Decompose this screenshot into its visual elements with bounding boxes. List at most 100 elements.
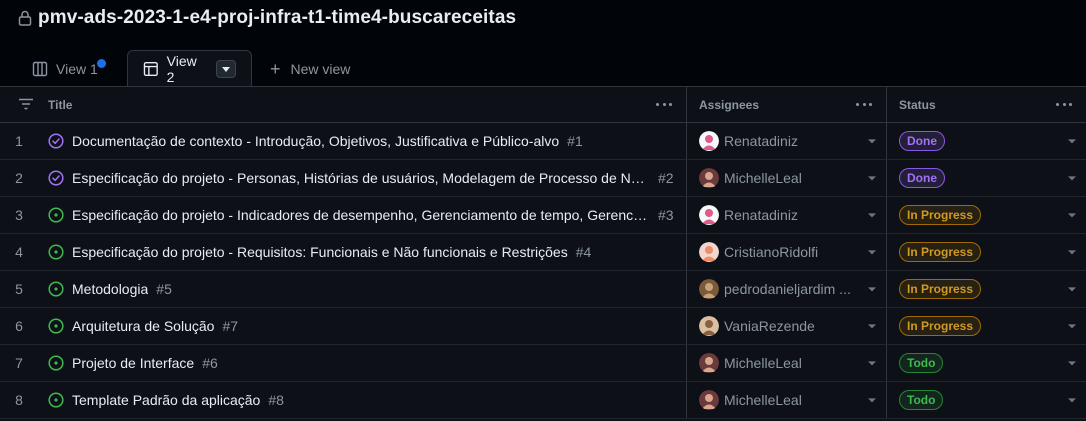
- title-cell[interactable]: 3 Especificação do projeto - Indicadores…: [0, 197, 686, 233]
- status-column-label: Status: [899, 97, 936, 112]
- table-row[interactable]: 7 Projeto de Interface #6 MichelleLeal T…: [0, 345, 1086, 382]
- tab-view-2-label: View 2: [166, 53, 197, 85]
- title-cell[interactable]: 5 Metodologia #5: [0, 271, 686, 307]
- row-number: 4: [15, 244, 23, 260]
- chevron-down-icon[interactable]: [868, 287, 876, 292]
- assignee-cell[interactable]: Renatadiniz: [686, 197, 886, 233]
- issue-title-link[interactable]: Especificação do projeto - Indicadores d…: [72, 207, 650, 223]
- avatar[interactable]: [699, 168, 719, 188]
- filter-icon[interactable]: [18, 98, 34, 110]
- issue-title-link[interactable]: Arquitetura de Solução: [72, 318, 214, 334]
- table-row[interactable]: 6 Arquitetura de Solução #7 VaniaRezende…: [0, 308, 1086, 345]
- avatar[interactable]: [699, 353, 719, 373]
- assignee-name: Renatadiniz: [724, 207, 798, 223]
- avatar[interactable]: [699, 279, 719, 299]
- project-table: Title Assignees Status 1 Documentação de…: [0, 86, 1086, 421]
- status-column-menu-icon[interactable]: [1056, 102, 1072, 107]
- row-number: 8: [15, 392, 23, 408]
- title-cell[interactable]: 4 Especificação do projeto - Requisitos:…: [0, 234, 686, 270]
- title-cell[interactable]: 6 Arquitetura de Solução #7: [0, 308, 686, 344]
- issue-title-link[interactable]: Metodologia: [72, 281, 148, 297]
- table-row[interactable]: 1 Documentação de contexto - Introdução,…: [0, 123, 1086, 160]
- status-badge: In Progress: [899, 205, 982, 225]
- chevron-down-icon[interactable]: [868, 361, 876, 366]
- assignee-cell[interactable]: MichelleLeal: [686, 382, 886, 418]
- title-cell[interactable]: 7 Projeto de Interface #6: [0, 345, 686, 381]
- triangle-down-icon: [222, 66, 231, 72]
- table-row[interactable]: 4 Especificação do projeto - Requisitos:…: [0, 234, 1086, 271]
- board-icon: [32, 61, 48, 76]
- tab-view-1[interactable]: View 1: [20, 50, 127, 87]
- chevron-down-icon[interactable]: [868, 139, 876, 144]
- issue-title-link[interactable]: Especificação do projeto - Personas, His…: [72, 170, 650, 186]
- status-cell[interactable]: Todo: [886, 345, 1086, 381]
- assignees-column-menu-icon[interactable]: [856, 102, 872, 107]
- avatar[interactable]: [699, 390, 719, 410]
- assignee-cell[interactable]: pedrodanieljardim ...: [686, 271, 886, 307]
- chevron-down-icon[interactable]: [868, 250, 876, 255]
- assignee-cell[interactable]: Renatadiniz: [686, 123, 886, 159]
- status-column-header[interactable]: Status: [886, 87, 1086, 122]
- avatar[interactable]: [699, 131, 719, 151]
- assignee-cell[interactable]: VaniaRezende: [686, 308, 886, 344]
- assignee-cell[interactable]: CristianoRidolfi: [686, 234, 886, 270]
- chevron-down-icon[interactable]: [1068, 324, 1076, 329]
- table-row[interactable]: 2 Especificação do projeto - Personas, H…: [0, 160, 1086, 197]
- chevron-down-icon[interactable]: [1068, 361, 1076, 366]
- table-row[interactable]: 3 Especificação do projeto - Indicadores…: [0, 197, 1086, 234]
- status-badge: Done: [899, 131, 945, 151]
- tab-view-2[interactable]: View 2: [127, 50, 252, 87]
- issue-title-link[interactable]: Especificação do projeto - Requisitos: F…: [72, 244, 568, 260]
- issue-title-link[interactable]: Projeto de Interface: [72, 355, 194, 371]
- status-badge: In Progress: [899, 316, 982, 336]
- title-cell[interactable]: 1 Documentação de contexto - Introdução,…: [0, 123, 686, 159]
- status-cell[interactable]: In Progress: [886, 197, 1086, 233]
- title-cell[interactable]: 8 Template Padrão da aplicação #8: [0, 382, 686, 418]
- issue-number: #8: [268, 392, 284, 408]
- project-title[interactable]: pmv-ads-2023-1-e4-proj-infra-t1-time4-bu…: [38, 7, 516, 29]
- chevron-down-icon[interactable]: [1068, 213, 1076, 218]
- issue-title-link[interactable]: Documentação de contexto - Introdução, O…: [72, 133, 559, 149]
- chevron-down-icon[interactable]: [1068, 250, 1076, 255]
- open-issue-icon: [48, 207, 64, 223]
- avatar[interactable]: [699, 316, 719, 336]
- avatar[interactable]: [699, 205, 719, 225]
- chevron-down-icon[interactable]: [868, 213, 876, 218]
- title-cell[interactable]: 2 Especificação do projeto - Personas, H…: [0, 160, 686, 196]
- closed-issue-icon: [48, 133, 64, 149]
- title-column-menu-icon[interactable]: [656, 102, 672, 107]
- new-view-label: New view: [290, 60, 351, 77]
- status-cell[interactable]: In Progress: [886, 308, 1086, 344]
- avatar[interactable]: [699, 242, 719, 262]
- status-cell[interactable]: Done: [886, 160, 1086, 196]
- title-column-header[interactable]: Title: [0, 87, 686, 122]
- status-cell[interactable]: In Progress: [886, 271, 1086, 307]
- project-header: pmv-ads-2023-1-e4-proj-infra-t1-time4-bu…: [0, 0, 1086, 87]
- assignees-column-header[interactable]: Assignees: [686, 87, 886, 122]
- row-number: 3: [15, 207, 23, 223]
- table-row[interactable]: 8 Template Padrão da aplicação #8 Michel…: [0, 382, 1086, 419]
- row-number: 1: [15, 133, 23, 149]
- chevron-down-icon[interactable]: [868, 398, 876, 403]
- chevron-down-icon[interactable]: [1068, 176, 1076, 181]
- unsaved-changes-dot: [97, 59, 106, 68]
- view-tabs: View 1 View 2 + New view: [20, 50, 362, 87]
- assignee-name: VaniaRezende: [724, 318, 815, 334]
- issue-number: #1: [567, 133, 583, 149]
- status-cell[interactable]: Todo: [886, 382, 1086, 418]
- status-cell[interactable]: In Progress: [886, 234, 1086, 270]
- chevron-down-icon[interactable]: [1068, 398, 1076, 403]
- new-view-button[interactable]: + New view: [252, 50, 362, 87]
- assignee-cell[interactable]: MichelleLeal: [686, 160, 886, 196]
- chevron-down-icon[interactable]: [868, 324, 876, 329]
- chevron-down-icon[interactable]: [1068, 139, 1076, 144]
- status-cell[interactable]: Done: [886, 123, 1086, 159]
- chevron-down-icon[interactable]: [1068, 287, 1076, 292]
- view-options-button[interactable]: [216, 60, 236, 78]
- title-column-label: Title: [48, 97, 73, 112]
- table-row[interactable]: 5 Metodologia #5 pedrodanieljardim ... I…: [0, 271, 1086, 308]
- issue-title-link[interactable]: Template Padrão da aplicação: [72, 392, 260, 408]
- chevron-down-icon[interactable]: [868, 176, 876, 181]
- assignee-name: CristianoRidolfi: [724, 244, 819, 260]
- assignee-cell[interactable]: MichelleLeal: [686, 345, 886, 381]
